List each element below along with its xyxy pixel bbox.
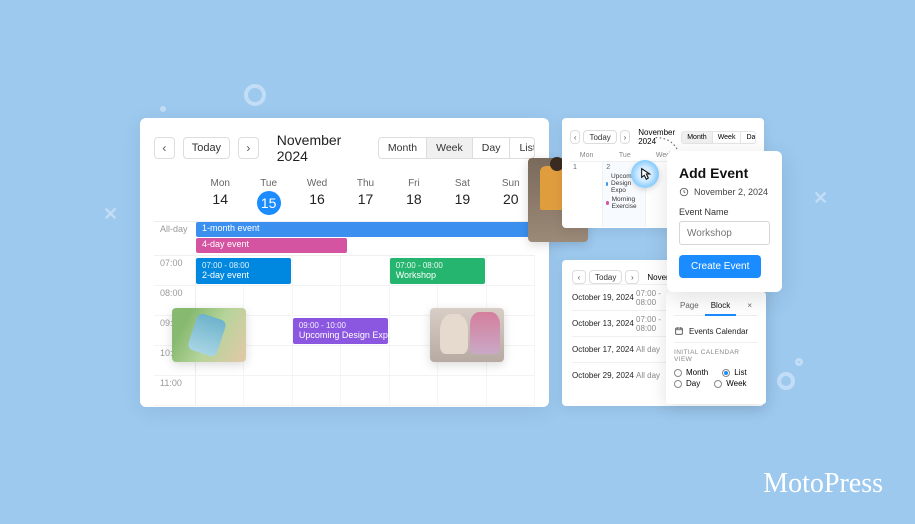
calendar-toolbar: ‹ Today › November 2024 Month Week Day L… <box>154 132 535 164</box>
calendar-icon <box>674 326 684 336</box>
hour-label: 11:00 <box>154 376 196 405</box>
view-list[interactable]: List <box>510 138 535 158</box>
list-prev-button[interactable]: ‹ <box>572 270 586 284</box>
create-event-button[interactable]: Create Event <box>679 255 761 278</box>
popover-date: November 2, 2024 <box>679 187 770 197</box>
mini-view-switcher: Month Week Day List <box>681 131 756 144</box>
view-month[interactable]: Month <box>379 138 427 158</box>
event-design-expo[interactable]: 09:00 - 10:00 Upcoming Design Expo <box>293 318 388 344</box>
block-settings-panel: Page Block × Events Calendar Initial Cal… <box>666 292 766 404</box>
block-name-row: Events Calendar <box>674 322 758 343</box>
decoration-ring <box>244 84 266 106</box>
mini-today-button[interactable]: Today <box>583 130 616 144</box>
tab-block[interactable]: Block <box>705 299 737 316</box>
motopress-logo: MotoPress <box>763 468 883 500</box>
mini-head: Mon <box>570 152 603 161</box>
decoration-x: ✕ <box>813 188 828 209</box>
next-button[interactable]: › <box>238 137 259 159</box>
clock-icon <box>679 187 689 197</box>
week-header: Mon14 Tue15 Wed16 Thu17 Fri18 Sat19 Sun2… <box>154 174 535 222</box>
day-col-mon[interactable]: Mon14 <box>196 174 244 221</box>
list-next-button[interactable]: › <box>625 270 639 284</box>
list-date: October 17, 2024 <box>572 345 636 354</box>
mini-view-week[interactable]: Week <box>713 132 742 143</box>
event-name-label: Event Name <box>679 207 770 217</box>
day-col-sat[interactable]: Sat19 <box>438 174 486 221</box>
settings-tabs: Page Block × <box>674 299 758 316</box>
decoration-x: ✕ <box>103 204 118 225</box>
today-button[interactable]: Today <box>183 137 230 159</box>
list-date: October 29, 2024 <box>572 371 636 380</box>
mini-next-button[interactable]: › <box>620 130 630 144</box>
day-col-tue[interactable]: Tue15 <box>244 174 292 221</box>
decoration-ring <box>777 372 795 390</box>
thumbnail-yoga-mat <box>172 308 246 362</box>
event-name-input[interactable] <box>679 221 770 245</box>
event-2day[interactable]: 07:00 - 08:00 2-day event <box>196 258 291 284</box>
mini-cell[interactable]: 1 <box>570 161 603 227</box>
mini-prev-button[interactable]: ‹ <box>570 130 580 144</box>
day-col-thu[interactable]: Thu17 <box>341 174 389 221</box>
day-col-wed[interactable]: Wed16 <box>293 174 341 221</box>
mini-view-day[interactable]: Day <box>741 132 756 143</box>
thumbnail-stretching <box>430 308 504 362</box>
prev-button[interactable]: ‹ <box>154 137 175 159</box>
event-workshop[interactable]: 07:00 - 08:00 Workshop <box>390 258 485 284</box>
list-date: October 13, 2024 <box>572 319 636 328</box>
settings-section-title: Initial Calendar View <box>674 349 758 363</box>
tab-page[interactable]: Page <box>674 299 705 315</box>
all-day-label: All-day <box>154 222 196 236</box>
list-date: October 19, 2024 <box>572 293 636 302</box>
calendar-title: November 2024 <box>277 132 370 164</box>
all-day-row: All-day 1-month event 4-day event <box>154 222 535 256</box>
radio-day[interactable]: Day <box>674 378 700 389</box>
calendar-week-card: ‹ Today › November 2024 Month Week Day L… <box>140 118 549 407</box>
radio-month[interactable]: Month <box>674 367 708 378</box>
event-bar-month[interactable]: 1-month event <box>196 222 535 237</box>
view-week[interactable]: Week <box>427 138 473 158</box>
event-bar-4day[interactable]: 4-day event <box>196 238 347 253</box>
add-event-popover: Add Event November 2, 2024 Event Name Cr… <box>667 151 782 292</box>
popover-title: Add Event <box>679 165 770 181</box>
radio-list[interactable]: List <box>722 367 746 378</box>
list-today-button[interactable]: Today <box>589 270 622 284</box>
view-switcher: Month Week Day List <box>378 137 535 159</box>
decoration-dot <box>795 358 803 366</box>
decoration-dot <box>160 106 166 112</box>
mini-view-month[interactable]: Month <box>682 132 712 143</box>
close-icon[interactable]: × <box>741 299 758 315</box>
view-day[interactable]: Day <box>473 138 511 158</box>
radio-week[interactable]: Week <box>714 378 746 389</box>
day-col-fri[interactable]: Fri18 <box>390 174 438 221</box>
cursor-click-icon <box>631 160 659 188</box>
